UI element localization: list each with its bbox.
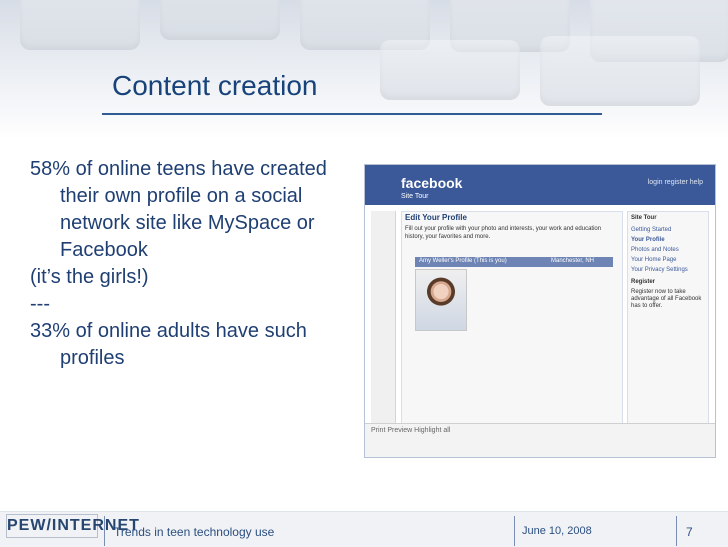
register-text: Register now to take advantage of all Fa…: [631, 289, 702, 309]
right-sidebar: [627, 211, 709, 443]
sidebar-item[interactable]: Your Profile: [631, 237, 665, 243]
keyboard-key: [540, 36, 700, 106]
sidebar-item[interactable]: Photos and Notes: [631, 247, 679, 253]
facebook-nav-links: login register help: [647, 179, 703, 186]
sidebar-item: Register: [631, 279, 656, 285]
profile-photo: [415, 269, 467, 331]
pew-internet-logo: PEW/INTERNET: [6, 514, 139, 538]
edit-profile-text: Fill out your profile with your photo an…: [405, 226, 602, 240]
browser-find-text: Print Preview Highlight all: [371, 427, 451, 434]
facebook-logo: facebook: [401, 175, 463, 191]
keyboard-key: [20, 0, 140, 50]
footer-title: Trends in teen technology use: [114, 525, 275, 539]
sidebar-item: Site Tour: [631, 215, 657, 221]
profile-location: Manchester, NH: [551, 258, 595, 264]
slide-title: Content creation: [112, 70, 318, 101]
page-number: 7: [686, 525, 693, 539]
sidebar-item[interactable]: Getting Started: [631, 227, 671, 233]
keyboard-key: [380, 40, 520, 100]
edit-profile-heading: Edit Your Profile: [405, 213, 467, 222]
bullet-item: 33% of online adults have such profiles: [30, 320, 307, 369]
keyboard-background: [0, 0, 728, 140]
title-underline: [102, 113, 602, 115]
sidebar-item[interactable]: Your Privacy Settings: [631, 267, 688, 273]
bullet-item: (it’s the girls!): [30, 266, 149, 288]
bullet-list: 58% of online teens have created their o…: [30, 156, 330, 372]
sidebar-item[interactable]: Your Home Page: [631, 257, 676, 263]
footer-divider: [514, 516, 515, 546]
keyboard-key: [160, 0, 280, 40]
bullet-item: ---: [30, 293, 50, 315]
left-sidebar: [371, 211, 396, 441]
facebook-screenshot: facebook login register help Site Tour E…: [364, 164, 716, 458]
bullet-item: 58% of online teens have created their o…: [30, 158, 327, 261]
footer-date: June 10, 2008: [522, 525, 592, 537]
footer-divider: [676, 516, 677, 546]
profile-header-text: Amy Weller's Profile (This is you): [419, 258, 507, 264]
footer-divider: [104, 516, 105, 546]
site-tour-label: Site Tour: [401, 193, 429, 200]
